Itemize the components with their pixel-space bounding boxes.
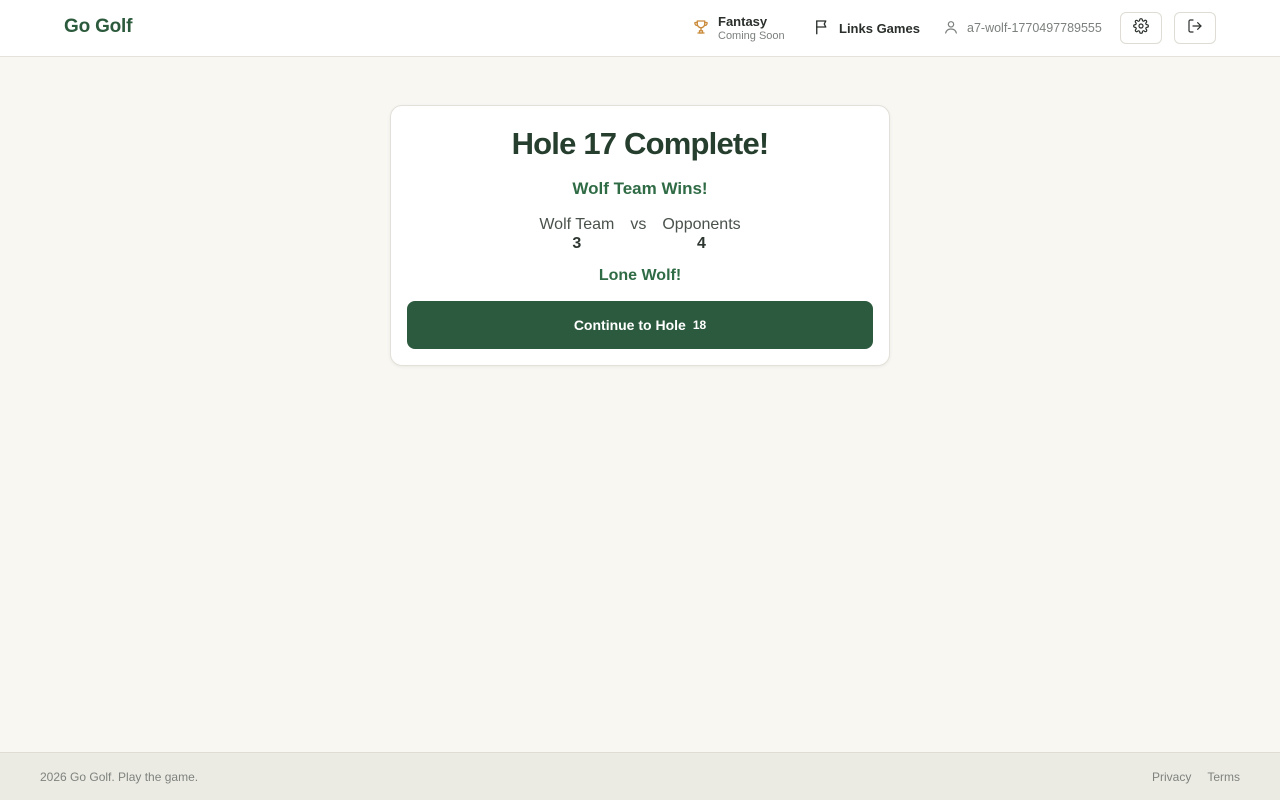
user-id: a7-wolf-1770497789555 xyxy=(967,21,1102,35)
copyright-text: 2026 Go Golf. Play the game. xyxy=(40,770,199,784)
trophy-icon xyxy=(692,18,710,41)
nav-fantasy-subtitle: Coming Soon xyxy=(718,30,785,42)
score-summary: Wolf Team 3 vs Opponents 4 xyxy=(391,215,889,253)
continue-label: Continue to Hole xyxy=(573,317,686,333)
footer: 2026 Go Golf. Play the game. Privacy Ter… xyxy=(0,752,1280,800)
gear-icon xyxy=(1133,17,1149,39)
user-profile[interactable]: a7-wolf-1770497789555 xyxy=(943,18,1102,38)
team-name: Wolf Team xyxy=(539,216,615,233)
logout-button[interactable] xyxy=(1174,12,1216,44)
team-score: 4 xyxy=(697,235,706,252)
terms-link[interactable]: Terms xyxy=(1207,770,1240,784)
nav-links-games-label: Links Games xyxy=(839,20,920,36)
nav-links-games[interactable]: Links Games xyxy=(813,18,920,38)
footer-links: Privacy Terms xyxy=(1152,770,1240,784)
logout-icon xyxy=(1187,18,1203,39)
privacy-link[interactable]: Privacy xyxy=(1152,770,1191,784)
lone-wolf-label: Lone Wolf! xyxy=(598,267,682,284)
settings-button[interactable] xyxy=(1120,12,1162,44)
top-nav: Go Golf Fantasy Coming Soon Links Games xyxy=(0,0,1280,57)
flag-icon xyxy=(813,18,831,39)
hole-result-card: Hole 17 Complete! Wolf Team Wins! Wolf T… xyxy=(390,105,890,366)
continue-button[interactable]: Continue to Hole 18 xyxy=(407,301,873,349)
nav-fantasy-label: Fantasy xyxy=(718,14,768,29)
winner-text: Wolf Team Wins! xyxy=(572,179,708,198)
brand-logo[interactable]: Go Golf xyxy=(64,16,132,38)
team-name: Opponents xyxy=(662,216,741,233)
user-icon xyxy=(943,19,959,38)
team-wolf: Wolf Team 3 xyxy=(539,215,614,253)
team-opponents: Opponents 4 xyxy=(662,215,740,253)
page-title: Hole 17 Complete! xyxy=(511,126,770,161)
team-score: 3 xyxy=(572,235,582,252)
nav-fantasy[interactable]: Fantasy Coming Soon xyxy=(692,14,785,44)
next-hole-number: 18 xyxy=(692,318,707,332)
vs-label: vs xyxy=(630,216,647,233)
